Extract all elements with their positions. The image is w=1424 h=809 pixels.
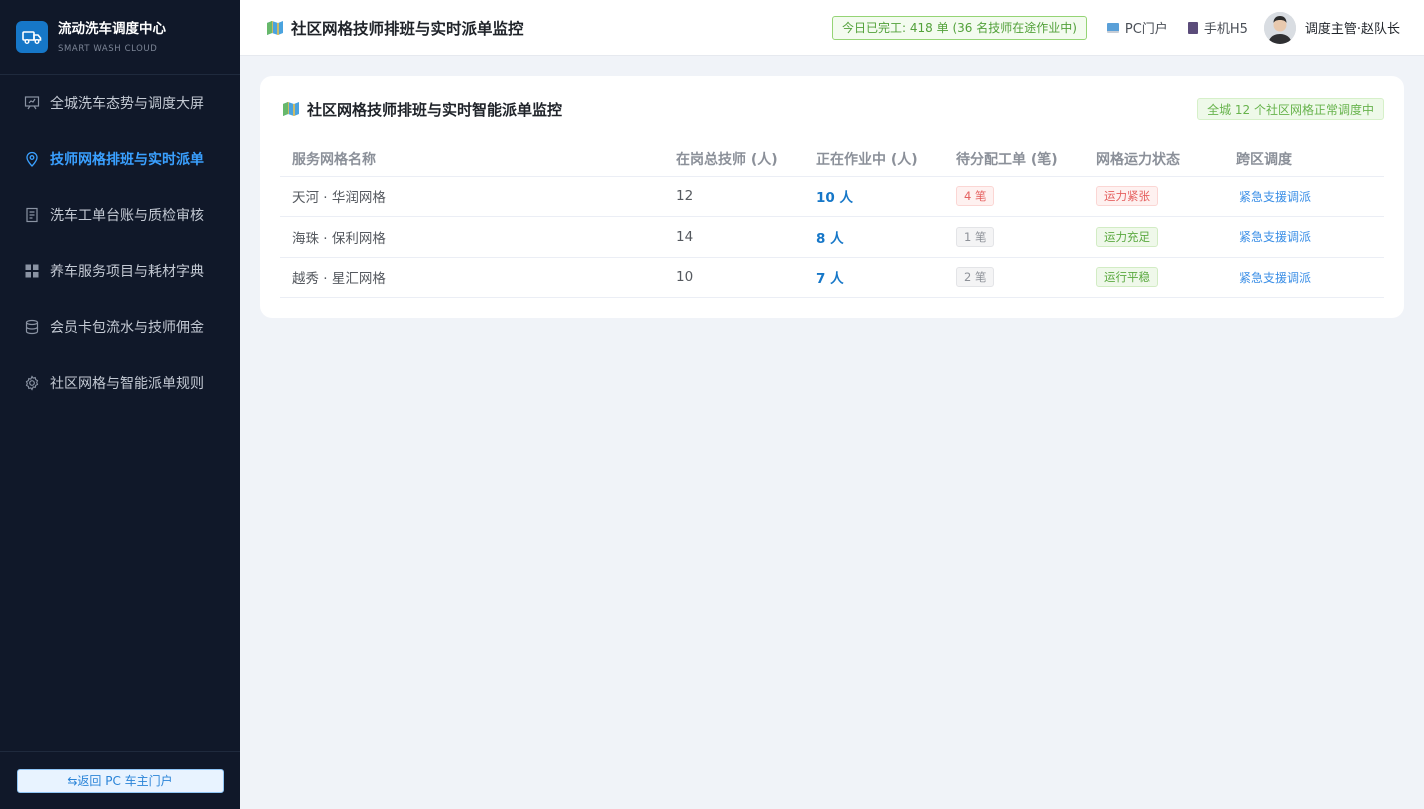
table-row: 天河 · 华润网格 12 10 人 4 笔 运力紧张 紧急支援调派 bbox=[280, 176, 1384, 217]
pending-badge: 4 笔 bbox=[956, 186, 995, 207]
page-title: 社区网格技师排班与实时派单监控 bbox=[291, 19, 524, 38]
sidebar-item-orders[interactable]: 洗车工单台账与质检审核 bbox=[0, 187, 240, 243]
capacity-status-cell: 运力紧张 bbox=[1084, 176, 1224, 217]
brand-subtitle: SMART WASH CLOUD bbox=[58, 44, 158, 54]
user-name: 调度主管·赵队长 bbox=[1304, 22, 1400, 37]
gear-icon bbox=[24, 375, 40, 391]
brand-title: 流动洗车调度中心 bbox=[58, 21, 166, 37]
user-menu[interactable]: 调度主管·赵队长 bbox=[1263, 11, 1400, 44]
grid-name-cell: 天河 · 华润网格 bbox=[280, 176, 664, 217]
grid-name-cell: 越秀 · 星汇网格 bbox=[280, 257, 664, 298]
sidebar-item-services[interactable]: 养车服务项目与耗材字典 bbox=[0, 243, 240, 299]
dispatch-cell: 紧急支援调派 bbox=[1224, 176, 1384, 217]
sidebar-item-dashboard[interactable]: 全城洗车态势与调度大屏 bbox=[0, 75, 240, 131]
status-badge: 运力充足 bbox=[1096, 226, 1158, 247]
dispatch-monitor-card: 社区网格技师排班与实时智能派单监控 全城 12 个社区网格正常调度中 服务网格名… bbox=[260, 76, 1404, 318]
emergency-dispatch-link[interactable]: 紧急支援调派 bbox=[1236, 271, 1311, 285]
table-header-row: 服务网格名称 在岗总技师 (人) 正在作业中 (人) 待分配工单 (笔) 网格运… bbox=[280, 142, 1384, 177]
back-to-portal-button[interactable]: ⇆返回 PC 车主门户 bbox=[16, 768, 224, 793]
page-title-wrap: 社区网格技师排班与实时派单监控 bbox=[267, 17, 524, 39]
card-title-wrap: 社区网格技师排班与实时智能派单监控 bbox=[280, 99, 562, 120]
card-title: 社区网格技师排班与实时智能派单监控 bbox=[307, 100, 563, 119]
avatar bbox=[1263, 11, 1296, 44]
sidebar-item-label: 会员卡包流水与技师佣金 bbox=[50, 320, 204, 336]
computer-icon bbox=[1106, 22, 1119, 33]
truck-icon bbox=[16, 21, 48, 53]
sidebar-item-label: 养车服务项目与耗材字典 bbox=[50, 264, 204, 280]
pending-badge: 2 笔 bbox=[956, 267, 995, 288]
emergency-dispatch-link[interactable]: 紧急支援调派 bbox=[1236, 230, 1311, 244]
sidebar-item-label: 洗车工单台账与质检审核 bbox=[50, 208, 204, 224]
sidebar-item-rules[interactable]: 社区网格与智能派单规则 bbox=[0, 355, 240, 411]
table-row: 越秀 · 星汇网格 10 7 人 2 笔 运行平稳 紧急支援调派 bbox=[280, 257, 1384, 298]
pending-badge: 1 笔 bbox=[956, 226, 995, 247]
total-technicians-cell: 14 bbox=[664, 216, 804, 258]
sidebar-footer: ⇆返回 PC 车主门户 bbox=[0, 751, 240, 809]
top-header: 社区网格技师排班与实时派单监控 今日已完工: 418 单 (36 名技师在途作业… bbox=[240, 0, 1424, 56]
sidebar-nav: 全城洗车态势与调度大屏 技师网格排班与实时派单 洗车工单台账与质检审核 养车服务… bbox=[0, 75, 240, 411]
dispatch-cell: 紧急支援调派 bbox=[1224, 257, 1384, 298]
column-header: 待分配工单 (笔) bbox=[944, 142, 1084, 177]
document-icon bbox=[24, 207, 40, 223]
working-technicians-cell: 10 人 bbox=[804, 176, 944, 217]
grid-apps-icon bbox=[24, 263, 40, 279]
mobile-phone-icon bbox=[1187, 21, 1198, 34]
column-header: 在岗总技师 (人) bbox=[664, 142, 804, 177]
location-pin-icon bbox=[24, 151, 40, 167]
status-badge: 运行平稳 bbox=[1096, 267, 1158, 288]
pc-portal-link[interactable]: PC门户 bbox=[1106, 18, 1168, 37]
column-header: 网格运力状态 bbox=[1084, 142, 1224, 177]
total-technicians-cell: 10 bbox=[664, 257, 804, 298]
working-technicians-cell: 8 人 bbox=[804, 216, 944, 258]
mobile-h5-link[interactable]: 手机H5 bbox=[1187, 18, 1248, 37]
pc-portal-label: PC门户 bbox=[1124, 22, 1168, 37]
city-status-tag: 全城 12 个社区网格正常调度中 bbox=[1197, 98, 1384, 120]
sidebar-item-label: 全城洗车态势与调度大屏 bbox=[50, 96, 204, 112]
emergency-dispatch-link[interactable]: 紧急支援调派 bbox=[1236, 190, 1311, 204]
capacity-status-cell: 运行平稳 bbox=[1084, 257, 1224, 298]
presentation-board-icon bbox=[24, 95, 40, 111]
database-coins-icon bbox=[24, 319, 40, 335]
sidebar-item-label: 技师网格排班与实时派单 bbox=[50, 152, 204, 168]
map-icon bbox=[283, 102, 299, 116]
sidebar-item-label: 社区网格与智能派单规则 bbox=[50, 376, 204, 392]
working-technicians-cell: 7 人 bbox=[804, 257, 944, 298]
card-header: 社区网格技师排班与实时智能派单监控 全城 12 个社区网格正常调度中 bbox=[280, 76, 1384, 142]
sidebar-item-dispatch[interactable]: 技师网格排班与实时派单 bbox=[0, 131, 240, 187]
total-technicians-cell: 12 bbox=[664, 176, 804, 217]
pending-orders-cell: 1 笔 bbox=[944, 216, 1084, 258]
status-badge: 运力紧张 bbox=[1096, 186, 1158, 207]
grid-table: 服务网格名称 在岗总技师 (人) 正在作业中 (人) 待分配工单 (笔) 网格运… bbox=[280, 142, 1384, 298]
mobile-h5-label: 手机H5 bbox=[1203, 22, 1248, 37]
completed-orders-tag: 今日已完工: 418 单 (36 名技师在途作业中) bbox=[832, 15, 1087, 40]
brand: 流动洗车调度中心 SMART WASH CLOUD bbox=[0, 0, 240, 75]
column-header: 正在作业中 (人) bbox=[804, 142, 944, 177]
dispatch-cell: 紧急支援调派 bbox=[1224, 216, 1384, 258]
table-row: 海珠 · 保利网格 14 8 人 1 笔 运力充足 紧急支援调派 bbox=[280, 216, 1384, 258]
grid-name-cell: 海珠 · 保利网格 bbox=[280, 216, 664, 258]
column-header: 服务网格名称 bbox=[280, 142, 664, 177]
sidebar: 流动洗车调度中心 SMART WASH CLOUD 全城洗车态势与调度大屏 技师… bbox=[0, 0, 240, 809]
pending-orders-cell: 2 笔 bbox=[944, 257, 1084, 298]
capacity-status-cell: 运力充足 bbox=[1084, 216, 1224, 258]
sidebar-item-members[interactable]: 会员卡包流水与技师佣金 bbox=[0, 299, 240, 355]
header-right: 今日已完工: 418 单 (36 名技师在途作业中) PC门户 手机H5 调度主… bbox=[832, 11, 1400, 44]
column-header: 跨区调度 bbox=[1224, 142, 1384, 177]
pending-orders-cell: 4 笔 bbox=[944, 176, 1084, 217]
map-icon bbox=[267, 20, 283, 35]
